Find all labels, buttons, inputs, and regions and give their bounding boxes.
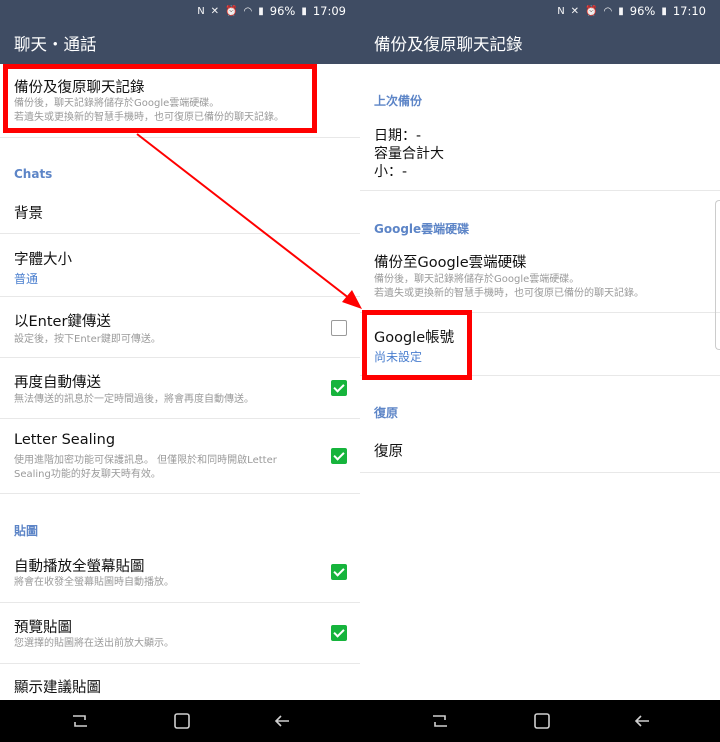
- google-account-row[interactable]: Google帳號 尚未設定: [360, 313, 720, 376]
- alarm-icon: ⏰: [225, 5, 238, 17]
- backup-restore-screen: N ✕ ⏰ ◠ ▮ 96% ▮ 17:10 備份及復原聊天記錄 上次備份 日期：…: [360, 0, 720, 700]
- status-time-right: 17:10: [672, 4, 706, 18]
- scroll-indicator: [715, 200, 720, 350]
- google-account-title: Google帳號: [374, 330, 455, 346]
- chats-section-header: Chats: [14, 167, 53, 181]
- home-icon[interactable]: [532, 713, 552, 729]
- letter-sealing-row[interactable]: Letter Sealing 使用進階加密功能可保護訊息。 但僅限於和同時開啟L…: [0, 419, 360, 494]
- auto-play-title: 自動播放全螢幕貼圖: [14, 559, 145, 575]
- google-account-value: 尚未設定: [374, 350, 423, 364]
- enter-send-row[interactable]: 以Enter鍵傳送 設定後，按下Enter鍵即可傳送。: [0, 297, 360, 358]
- nfc-icon: N: [197, 5, 205, 17]
- preview-checkbox[interactable]: [331, 625, 347, 641]
- auto-resend-title: 再度自動傳送: [14, 375, 101, 391]
- font-size-value: 普通: [14, 272, 39, 286]
- drive-header: Google雲端硬碟: [374, 222, 470, 236]
- backup-restore-row[interactable]: 備份及復原聊天記錄 備份後，聊天記錄將儲存於Google雲端硬碟。 若遺失或更換…: [0, 64, 360, 138]
- backup-to-drive-desc-1: 備份後，聊天記錄將儲存於Google雲端硬碟。: [374, 274, 580, 285]
- back-icon[interactable]: [272, 713, 292, 729]
- chat-settings-screen: N ✕ ⏰ ◠ ▮ 96% ▮ 17:09 聊天・通話 備份及復原聊天記錄 備份…: [0, 0, 360, 700]
- backup-restore-desc-1: 備份後，聊天記錄將儲存於Google雲端硬碟。: [14, 98, 220, 109]
- last-backup-size-2: 小：-: [374, 164, 408, 180]
- divider: [360, 190, 720, 191]
- back-icon[interactable]: [632, 713, 652, 729]
- auto-play-row[interactable]: 自動播放全螢幕貼圖 將會在收發全螢幕貼圖時自動播放。: [0, 542, 360, 603]
- letter-sealing-desc-2: Sealing功能的好友聊天時有效。: [14, 469, 161, 480]
- restore-header: 復原: [374, 406, 399, 420]
- restore-row[interactable]: 復原: [360, 426, 720, 473]
- font-size-title: 字體大小: [14, 252, 72, 268]
- recent-apps-icon[interactable]: [70, 713, 90, 729]
- last-backup-size-1: 容量合計大: [374, 146, 444, 162]
- status-time: 17:09: [312, 4, 346, 18]
- enter-send-title: 以Enter鍵傳送: [14, 314, 111, 330]
- preview-desc: 您選擇的貼圖將在送出前放大顯示。: [14, 638, 174, 649]
- backup-restore-title: 備份及復原聊天記錄: [14, 80, 145, 96]
- alarm-icon: ⏰: [585, 5, 598, 17]
- home-icon[interactable]: [172, 713, 192, 729]
- preview-title: 預覽貼圖: [14, 620, 72, 636]
- battery-percent-right: 96%: [629, 4, 656, 18]
- preview-row[interactable]: 預覽貼圖 您選擇的貼圖將在送出前放大顯示。: [0, 603, 360, 664]
- auto-resend-row[interactable]: 再度自動傳送 無法傳送的訊息於一定時間過後，將會再度自動傳送。: [0, 358, 360, 419]
- wifi-icon: ◠: [603, 5, 613, 17]
- wifi-icon: ◠: [243, 5, 253, 17]
- letter-sealing-desc-1: 使用進階加密功能可保護訊息。 但僅限於和同時開啟Letter: [14, 455, 277, 466]
- enter-send-desc: 設定後，按下Enter鍵即可傳送。: [14, 334, 161, 345]
- backup-restore-desc-2: 若遺失或更換新的智慧手機時，也可復原已備份的聊天記錄。: [14, 112, 284, 123]
- backup-to-drive-title: 備份至Google雲端硬碟: [374, 255, 527, 271]
- font-size-row[interactable]: 字體大小 普通: [0, 234, 360, 297]
- letter-sealing-title: Letter Sealing: [14, 432, 116, 448]
- suggest-row[interactable]: 顯示建議貼圖: [0, 664, 360, 700]
- letter-sealing-checkbox[interactable]: [331, 448, 347, 464]
- status-bar: N ✕ ⏰ ◠ ▮ 96% ▮ 17:09: [0, 0, 360, 22]
- background-label: 背景: [14, 206, 43, 222]
- backup-to-drive-row[interactable]: 備份至Google雲端硬碟 備份後，聊天記錄將儲存於Google雲端硬碟。 若遺…: [360, 240, 720, 313]
- auto-resend-desc: 無法傳送的訊息於一定時間過後，將會再度自動傳送。: [14, 394, 254, 405]
- status-bar-right: N ✕ ⏰ ◠ ▮ 96% ▮ 17:10: [360, 0, 720, 22]
- auto-play-checkbox[interactable]: [331, 564, 347, 580]
- navigation-bar: [0, 700, 720, 742]
- last-backup-date: 日期：-: [374, 128, 422, 144]
- app-bar-title: 聊天・通話: [0, 22, 360, 64]
- last-backup-header: 上次備份: [374, 94, 423, 108]
- recent-apps-icon[interactable]: [430, 713, 450, 729]
- mute-icon: ✕: [570, 5, 580, 17]
- background-row[interactable]: 背景: [0, 188, 360, 234]
- backup-to-drive-desc-2: 若遺失或更換新的智慧手機時，也可復原已備份的聊天記錄。: [374, 288, 644, 299]
- app-bar-title-right: 備份及復原聊天記錄: [360, 22, 720, 64]
- stickers-section-header: 貼圖: [14, 524, 39, 538]
- auto-play-desc: 將會在收發全螢幕貼圖時自動播放。: [14, 577, 174, 588]
- battery-icon: ▮: [661, 5, 667, 17]
- enter-send-checkbox[interactable]: [331, 320, 347, 336]
- restore-label: 復原: [374, 444, 403, 460]
- auto-resend-checkbox[interactable]: [331, 380, 347, 396]
- signal-icon: ▮: [258, 5, 264, 17]
- mute-icon: ✕: [210, 5, 220, 17]
- signal-icon: ▮: [618, 5, 624, 17]
- nfc-icon: N: [557, 5, 565, 17]
- battery-icon: ▮: [301, 5, 307, 17]
- suggest-title: 顯示建議貼圖: [14, 680, 101, 696]
- battery-percent: 96%: [269, 4, 296, 18]
